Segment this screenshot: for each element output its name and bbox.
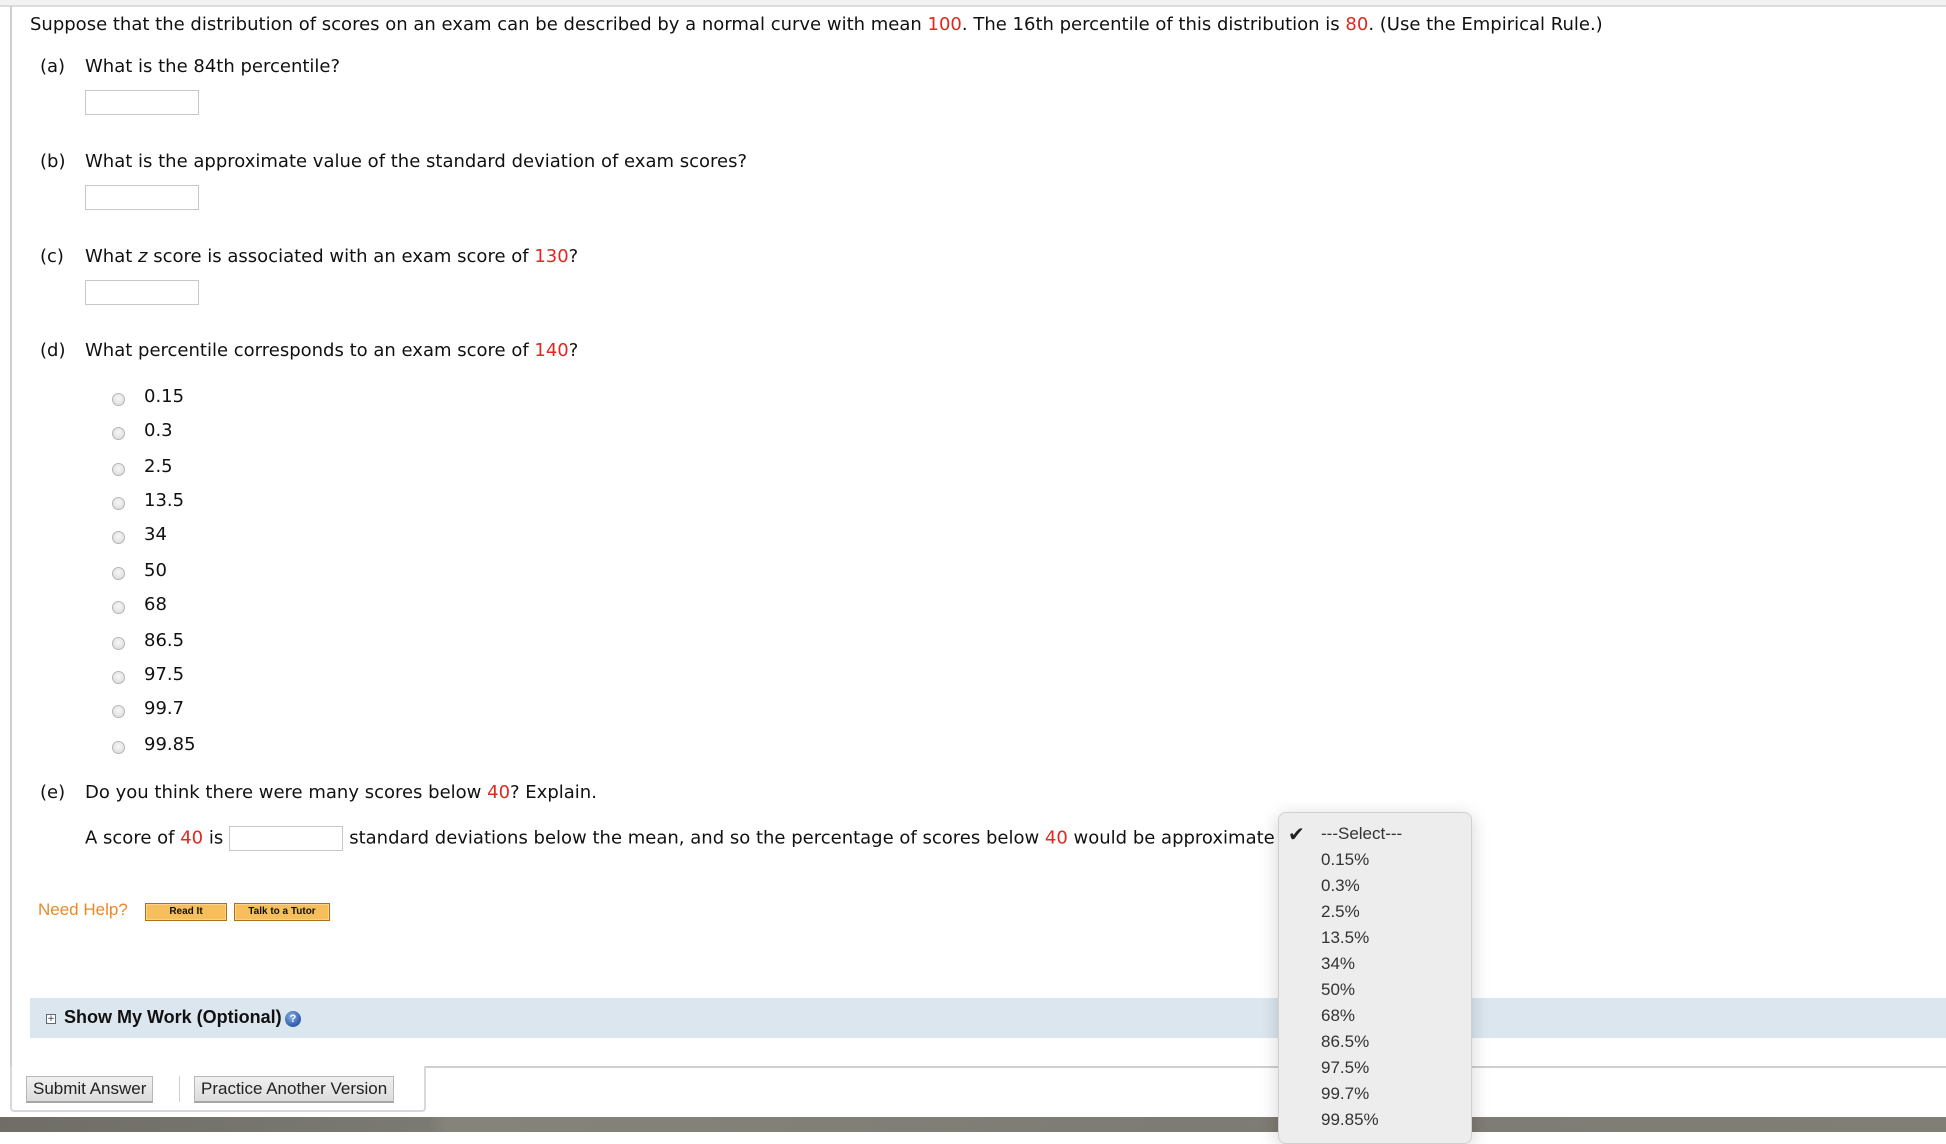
question-text: What percentile corresponds to an exam s… [85, 340, 535, 361]
top-border [0, 0, 1946, 7]
dropdown-option[interactable]: 34% [1321, 953, 1355, 975]
score-value: 130 [534, 246, 569, 267]
show-my-work-band [30, 998, 1946, 1038]
question-text: Do you think there were many scores belo… [85, 782, 488, 803]
radio-option-label: 2.5 [144, 456, 173, 477]
checkmark-icon: ✔ [1288, 822, 1305, 846]
part-b-label: (b) [40, 151, 66, 172]
radio-button[interactable] [112, 392, 125, 406]
question-text: ? [568, 246, 579, 267]
radio-button[interactable] [112, 496, 125, 510]
problem-statement: Suppose that the distribution of scores … [30, 14, 1603, 36]
part-d-question: What percentile corresponds to an exam s… [85, 340, 578, 362]
dropdown-option[interactable]: 68% [1321, 1005, 1355, 1027]
radio-button[interactable] [112, 704, 125, 718]
dropdown-option[interactable]: 99.85% [1321, 1109, 1379, 1131]
part-e-sentence: A score of 40 is standard deviations belo… [85, 826, 1275, 851]
radio-option-label: 0.15 [144, 386, 185, 407]
question-circle-icon[interactable]: ? [285, 1011, 301, 1027]
radio-button[interactable] [112, 566, 125, 580]
need-help-label: Need Help? [38, 900, 128, 919]
sentence-text: A score of [85, 827, 181, 849]
part-d-option[interactable]: 50 [112, 559, 167, 583]
part-e-sd-input[interactable] [229, 826, 344, 851]
question-text: What [85, 246, 139, 267]
percentage-dropdown-menu[interactable]: ✔ ---Select--- 0.15% 0.3% 2.5% 13.5% 34% 50% 68… [1278, 812, 1472, 1144]
question-text: ? [568, 340, 579, 361]
practice-another-version-button[interactable]: Practice Another Version [194, 1076, 395, 1103]
intro-text: . The 16th percentile of this distributi… [961, 14, 1346, 35]
part-d-option[interactable]: 34 [112, 523, 167, 547]
intro-text: Suppose that the distribution of scores … [30, 14, 928, 35]
sentence-text: standard deviations below the mean, and … [349, 827, 1045, 849]
radio-option-label: 97.5 [144, 664, 185, 685]
mean-value: 100 [927, 14, 962, 35]
radio-button[interactable] [112, 636, 125, 650]
part-d-option[interactable]: 86.5 [112, 629, 184, 653]
radio-button[interactable] [112, 426, 125, 440]
radio-option-label: 99.85 [144, 734, 196, 755]
read-it-button[interactable]: Read It [145, 903, 227, 921]
score-value: 40 [180, 827, 204, 849]
radio-option-label: 86.5 [144, 630, 185, 651]
dropdown-option[interactable]: 0.15% [1321, 849, 1369, 871]
radio-option-label: 13.5 [144, 490, 185, 511]
show-my-work-toggle[interactable]: Show My Work (Optional) [64, 1006, 282, 1028]
radio-button[interactable] [112, 600, 125, 614]
radio-button[interactable] [112, 670, 125, 684]
radio-option-label: 68 [144, 594, 167, 615]
score-value: 40 [1044, 827, 1068, 849]
part-a-label: (a) [40, 56, 66, 77]
part-b-question: What is the approximate value of the sta… [85, 151, 748, 172]
submit-answer-button[interactable]: Submit Answer [26, 1076, 154, 1103]
dropdown-option[interactable]: 50% [1321, 979, 1355, 1001]
part-c-label: (c) [40, 246, 64, 267]
dropdown-option[interactable]: 13.5% [1321, 927, 1369, 949]
part-c-question: What z score is associated with an exam … [85, 246, 578, 268]
part-d-option[interactable]: 68 [112, 593, 167, 617]
part-e-question: Do you think there were many scores belo… [85, 782, 597, 804]
part-a-answer-input[interactable] [85, 90, 199, 115]
sentence-text: would be approximate [1067, 827, 1275, 849]
question-text: score is associated with an exam score o… [147, 246, 535, 267]
score-value: 140 [534, 340, 569, 361]
dropdown-option[interactable]: 86.5% [1321, 1031, 1369, 1053]
left-border [10, 6, 12, 1068]
part-d-option[interactable]: 13.5 [112, 489, 184, 513]
radio-option-label: 34 [144, 524, 167, 545]
plus-square-icon[interactable]: + [46, 1014, 56, 1024]
part-d-option[interactable]: 0.15 [112, 385, 184, 409]
talk-to-tutor-button[interactable]: Talk to a Tutor [234, 903, 330, 921]
radio-option-label: 0.3 [144, 420, 173, 441]
part-d-option[interactable]: 2.5 [112, 455, 173, 479]
dropdown-option[interactable]: 2.5% [1321, 901, 1360, 923]
radio-option-label: 99.7 [144, 698, 185, 719]
score-value: 40 [487, 782, 511, 803]
intro-text: . (Use the Empirical Rule.) [1368, 14, 1603, 35]
radio-button[interactable] [112, 530, 125, 544]
radio-option-label: 50 [144, 560, 167, 581]
sentence-text: is [203, 827, 224, 849]
dropdown-option[interactable]: 97.5% [1321, 1057, 1369, 1079]
desktop-bottom-bar [0, 1117, 1946, 1132]
part-d-label: (d) [40, 340, 66, 361]
radio-button[interactable] [112, 740, 125, 754]
footer-separator [179, 1076, 180, 1102]
dropdown-option[interactable]: 0.3% [1321, 875, 1360, 897]
part-c-answer-input[interactable] [85, 280, 199, 305]
part-a-question: What is the 84th percentile? [85, 56, 341, 77]
dropdown-option[interactable]: 99.7% [1321, 1083, 1369, 1105]
part-d-option[interactable]: 0.3 [112, 419, 173, 443]
question-text: ? Explain. [510, 782, 597, 803]
radio-button[interactable] [112, 462, 125, 476]
part-d-option[interactable]: 97.5 [112, 663, 184, 687]
part-b-answer-input[interactable] [85, 185, 199, 210]
part-d-option[interactable]: 99.85 [112, 733, 196, 757]
part-e-label: (e) [40, 782, 66, 803]
percentile-16-value: 80 [1345, 14, 1369, 35]
dropdown-option-placeholder[interactable]: ---Select--- [1321, 823, 1402, 845]
part-d-option[interactable]: 99.7 [112, 697, 184, 721]
